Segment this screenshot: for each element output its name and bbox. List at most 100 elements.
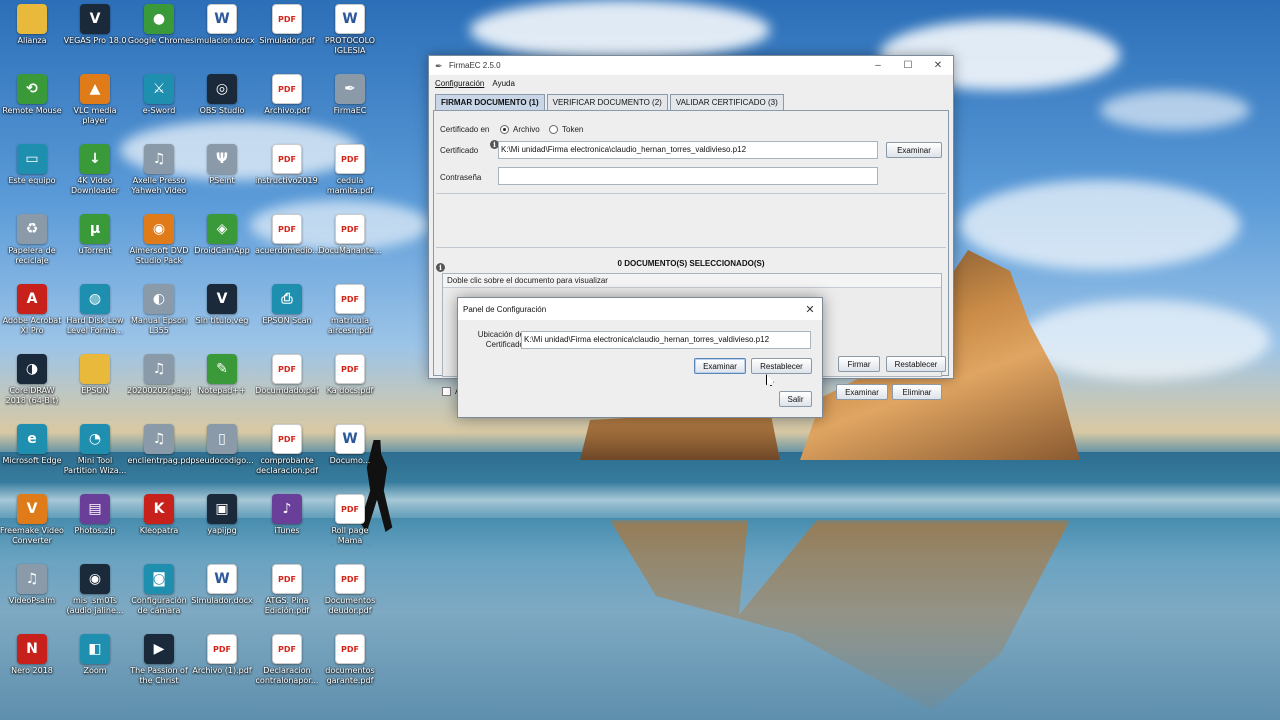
- desktop-icon[interactable]: ⎙ EPSON Scan: [255, 284, 319, 326]
- desktop-icon[interactable]: ◈ DroidCamApp: [190, 214, 254, 256]
- desktop-icon[interactable]: ◉ mis .sm0Ts (audio jaline...: [63, 564, 127, 616]
- desktop-icon[interactable]: ▣ yapijpg: [190, 494, 254, 536]
- desktop-icon[interactable]: ▶ The Passion of the Christ (200...: [127, 634, 191, 686]
- desktop-icon[interactable]: ▭ Este equipo: [0, 144, 64, 186]
- desktop-icon[interactable]: ◎ OBS Studio: [190, 74, 254, 116]
- desktop-icon[interactable]: PDF DocuManante...: [318, 214, 382, 256]
- desktop-icon[interactable]: ● Google Chrome: [127, 4, 191, 46]
- minimize-icon[interactable]: –: [863, 60, 893, 71]
- desktop-icon-label: Aimersoft DVD Studio Pack: [129, 246, 189, 265]
- window-titlebar[interactable]: ✒ FirmaEC 2.5.0 – ☐ ✕: [429, 56, 953, 75]
- desktop-icon[interactable]: PDF documentos garante.pdf: [318, 634, 382, 686]
- password-label: Contraseña: [440, 173, 482, 182]
- tab-verificar[interactable]: VERIFICAR DOCUMENTO (2): [546, 94, 668, 110]
- examinar-button[interactable]: Examinar: [694, 358, 746, 374]
- desktop-icon[interactable]: A Adobe Acrobat XI Pro: [0, 284, 64, 336]
- examinar-docs-button[interactable]: Examinar: [836, 384, 888, 400]
- desktop-icon[interactable]: ▤ Photos.zip: [63, 494, 127, 536]
- ubicacion-field[interactable]: K:\Mi unidad\Firma electronica\claudio_h…: [521, 331, 811, 349]
- tab-validar[interactable]: VALIDAR CERTIFICADO (3): [669, 94, 784, 110]
- desktop-icon[interactable]: PDF Roll page Mama Odd.oepdf: [318, 494, 382, 546]
- desktop-icon[interactable]: ♫ enclientrpag.pd: [127, 424, 191, 466]
- eliminar-button[interactable]: Eliminar: [892, 384, 942, 400]
- desktop-icon[interactable]: PDF Archivo.pdf: [255, 74, 319, 116]
- desktop-icon[interactable]: ◙ Configuración de cámara Logitech: [127, 564, 191, 616]
- desktop-icon-label: uTorrent: [78, 246, 112, 255]
- desktop-icon[interactable]: PDF Ka docs.pdf: [318, 354, 382, 396]
- desktop-icon[interactable]: µ uTorrent: [63, 214, 127, 256]
- desktop-icon[interactable]: W Documo...: [318, 424, 382, 466]
- desktop-icon[interactable]: EPSON: [63, 354, 127, 396]
- desktop-icon[interactable]: PDF Declaracion contralonapor...: [255, 634, 319, 686]
- desktop-icon[interactable]: PDF Documdado.pdf: [255, 354, 319, 396]
- obs-icon: ◎: [207, 74, 237, 104]
- menu-configuracion[interactable]: Configuración: [435, 79, 484, 88]
- radio-token[interactable]: [549, 125, 558, 134]
- desktop-icon[interactable]: Ψ PSeint: [190, 144, 254, 186]
- desktop-icon[interactable]: ♫ VideoPsalm: [0, 564, 64, 606]
- menu-ayuda[interactable]: Ayuda: [492, 79, 515, 88]
- desktop-icon-label: Declaracion contralonapor...: [255, 666, 319, 685]
- desktop-icon[interactable]: ✎ Notepad++: [190, 354, 254, 396]
- desktop-icon[interactable]: PDF Simulador.pdf: [255, 4, 319, 46]
- desktop-icon[interactable]: ⚔ e-Sword: [127, 74, 191, 116]
- desktop-icon[interactable]: V Freemake Video Converter: [0, 494, 64, 546]
- desktop-icon[interactable]: PDF cedula mamita.pdf: [318, 144, 382, 196]
- desktop-icon[interactable]: ♻ Papelera de reciclaje: [0, 214, 64, 266]
- close-icon[interactable]: ✕: [923, 60, 953, 71]
- restablecer-main-button[interactable]: Restablecer: [886, 356, 946, 372]
- password-field[interactable]: [498, 167, 878, 185]
- freemake-icon: V: [17, 494, 47, 524]
- desktop-icon[interactable]: ♫ 20200202rpag.pd: [127, 354, 191, 396]
- desktop-icon-label: PROTOCOLO IGLESIA ALIAN...: [324, 36, 376, 55]
- salir-button[interactable]: Salir: [779, 391, 812, 407]
- desktop-icon[interactable]: ♪ iTunes: [255, 494, 319, 536]
- desktop-icon-label: mis .sm0Ts (audio jaline...: [66, 596, 124, 615]
- desktop-icon[interactable]: ⟲ Remote Mouse: [0, 74, 64, 116]
- desktop-icon[interactable]: e Microsoft Edge: [0, 424, 64, 466]
- certificado-path-field[interactable]: K:\Mi unidad\Firma electronica\claudio_h…: [498, 141, 878, 159]
- radio-archivo[interactable]: [500, 125, 509, 134]
- desktop-icon[interactable]: ◍ Hard Disk Low Level Forma...: [63, 284, 127, 336]
- desktop-icon[interactable]: ▯ pseudocodigo...: [190, 424, 254, 466]
- desktop-icon[interactable]: PDF ATGS. Pina Edición.pdf: [255, 564, 319, 616]
- select-checkbox[interactable]: [442, 387, 451, 396]
- firmar-button[interactable]: Firmar: [838, 356, 880, 372]
- tab-firmar[interactable]: FIRMAR DOCUMENTO (1): [435, 94, 545, 110]
- desktop-icon[interactable]: ◔ Mini Tool Partition Wiza...: [63, 424, 127, 476]
- desktop-icon[interactable]: PDF Documentos deudor.pdf: [318, 564, 382, 616]
- desktop-icon[interactable]: W PROTOCOLO IGLESIA ALIAN...: [318, 4, 382, 56]
- desktop-icon[interactable]: V Sin título.veg: [190, 284, 254, 326]
- desktop-icon[interactable]: ▲ VLC media player: [63, 74, 127, 126]
- desktop-icon[interactable]: ◑ CorelDRAW 2018 (64-Bit): [0, 354, 64, 406]
- desktop-icon[interactable]: Alianza: [0, 4, 64, 46]
- chrome-icon: ●: [144, 4, 174, 34]
- desktop-icon[interactable]: W Simulador.docx: [190, 564, 254, 606]
- menu-bar: Configuración Ayuda: [429, 75, 953, 91]
- close-icon[interactable]: ✕: [798, 303, 822, 316]
- desktop-icon[interactable]: PDF instructivo2019...: [255, 144, 319, 186]
- desktop-icon[interactable]: ◧ Zoom: [63, 634, 127, 676]
- desktop-icon-label: FirmaEC: [333, 106, 367, 115]
- desktop-icon[interactable]: ◉ Aimersoft DVD Studio Pack: [127, 214, 191, 266]
- maximize-icon[interactable]: ☐: [893, 60, 923, 71]
- acrobat-icon: A: [17, 284, 47, 314]
- desktop-icon[interactable]: V VEGAS Pro 18.0: [63, 4, 127, 46]
- desktop-icon[interactable]: K Kleopatra: [127, 494, 191, 536]
- desktop-icon[interactable]: N Nero 2018: [0, 634, 64, 676]
- desktop-icon-label: ATGS. Pina Edición.pdf: [264, 596, 310, 615]
- examinar-cert-button[interactable]: Examinar: [886, 142, 942, 158]
- restablecer-button[interactable]: Restablecer: [751, 358, 812, 374]
- desktop-icon[interactable]: ✒ FirmaEC: [318, 74, 382, 116]
- desktop-icon[interactable]: ◐ Manual Epson L355: [127, 284, 191, 336]
- desktop-icon[interactable]: PDF comprobante declaracion.pdf: [255, 424, 319, 476]
- desktop-icon[interactable]: PDF matricula alrcesn.pdf: [318, 284, 382, 336]
- utorrent-icon: µ: [80, 214, 110, 244]
- dialog-titlebar[interactable]: Panel de Configuración ✕: [458, 298, 822, 320]
- desktop-icon[interactable]: ♫ Axelle Presso Yahweh Video ...: [127, 144, 191, 196]
- desktop-icon[interactable]: PDF acuerdomedio...: [255, 214, 319, 256]
- desktop-icon[interactable]: ↓ 4K Video Downloader: [63, 144, 127, 196]
- desktop-icon[interactable]: PDF Archivo (1).pdf: [190, 634, 254, 676]
- desktop-icon[interactable]: Wsimulacion.docx: [190, 4, 254, 46]
- radio-token-label: Token: [562, 125, 584, 134]
